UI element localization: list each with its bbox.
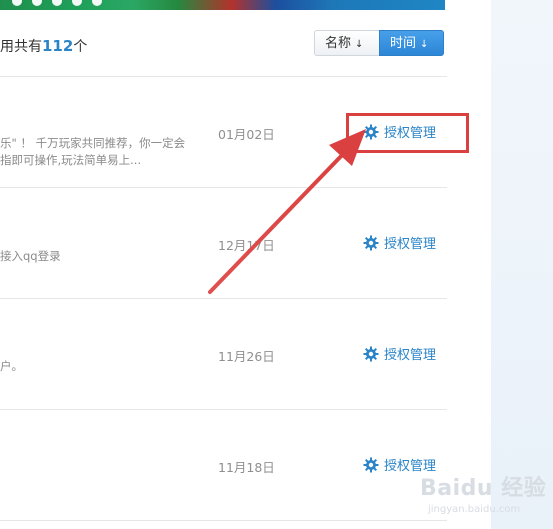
count-suffix: 个 <box>73 39 88 55</box>
arrow-down-icon: ↓ <box>420 39 429 50</box>
app-row: 11月18日 授权管理 <box>0 410 447 520</box>
gear-icon <box>363 235 379 250</box>
sort-name-label: 名称 <box>325 36 352 51</box>
app-description: 乐" ！ 千万玩家共同推荐，你一定会 指即可操作,玩法简单易上... <box>0 135 185 169</box>
watermark-logo: Baidu 经验 <box>420 476 547 501</box>
gear-icon <box>363 457 379 472</box>
watermark-url: jingyan.baidu.com <box>428 504 521 515</box>
sort-by-time-button[interactable]: 时间 ↓ <box>379 30 444 56</box>
desc-line: 接入qq登录 <box>0 249 61 263</box>
desc-line: 户。 <box>0 359 23 373</box>
app-description: 接入qq登录 <box>0 248 61 265</box>
desc-line: 指即可操作,玩法简单易上... <box>0 153 142 167</box>
app-row: 接入qq登录 12月17日 授权管理 <box>0 188 447 298</box>
app-count-text: 用共有112个 <box>0 36 87 56</box>
divider <box>0 520 447 521</box>
app-list-panel: 用共有112个 名称 ↓ 时间 ↓ 乐" ！ 千万玩家共同推荐，你一定会 指即可操作… <box>0 0 450 529</box>
count-prefix: 用共有 <box>0 39 42 55</box>
app-row: 户。 11月26日 授权管理 <box>0 299 447 409</box>
arrow-down-icon: ↓ <box>355 39 364 50</box>
app-date: 11月26日 <box>218 349 275 364</box>
auth-manage-link[interactable]: 授权管理 <box>363 344 436 363</box>
app-description: 户。 <box>0 358 23 375</box>
app-date: 12月17日 <box>218 238 275 253</box>
auth-manage-label: 授权管理 <box>384 237 437 252</box>
auth-manage-link[interactable]: 授权管理 <box>363 233 436 252</box>
desc-line: 乐" ！ 千万玩家共同推荐，你一定会 <box>0 136 186 150</box>
app-date: 01月02日 <box>218 127 275 142</box>
side-panel <box>491 0 553 529</box>
sort-toggle-group: 名称 ↓ 时间 ↓ <box>314 30 444 56</box>
baidu-jingyan-watermark: Baidu 经验 jingyan.baidu.com <box>420 470 550 522</box>
sort-time-label: 时间 <box>390 36 417 51</box>
auth-manage-label: 授权管理 <box>384 348 437 363</box>
annotation-highlight-box <box>346 113 469 153</box>
sort-by-name-button[interactable]: 名称 ↓ <box>314 30 379 56</box>
app-count-number: 112 <box>42 37 74 55</box>
app-date: 11月18日 <box>218 460 275 475</box>
gear-icon <box>363 346 379 361</box>
